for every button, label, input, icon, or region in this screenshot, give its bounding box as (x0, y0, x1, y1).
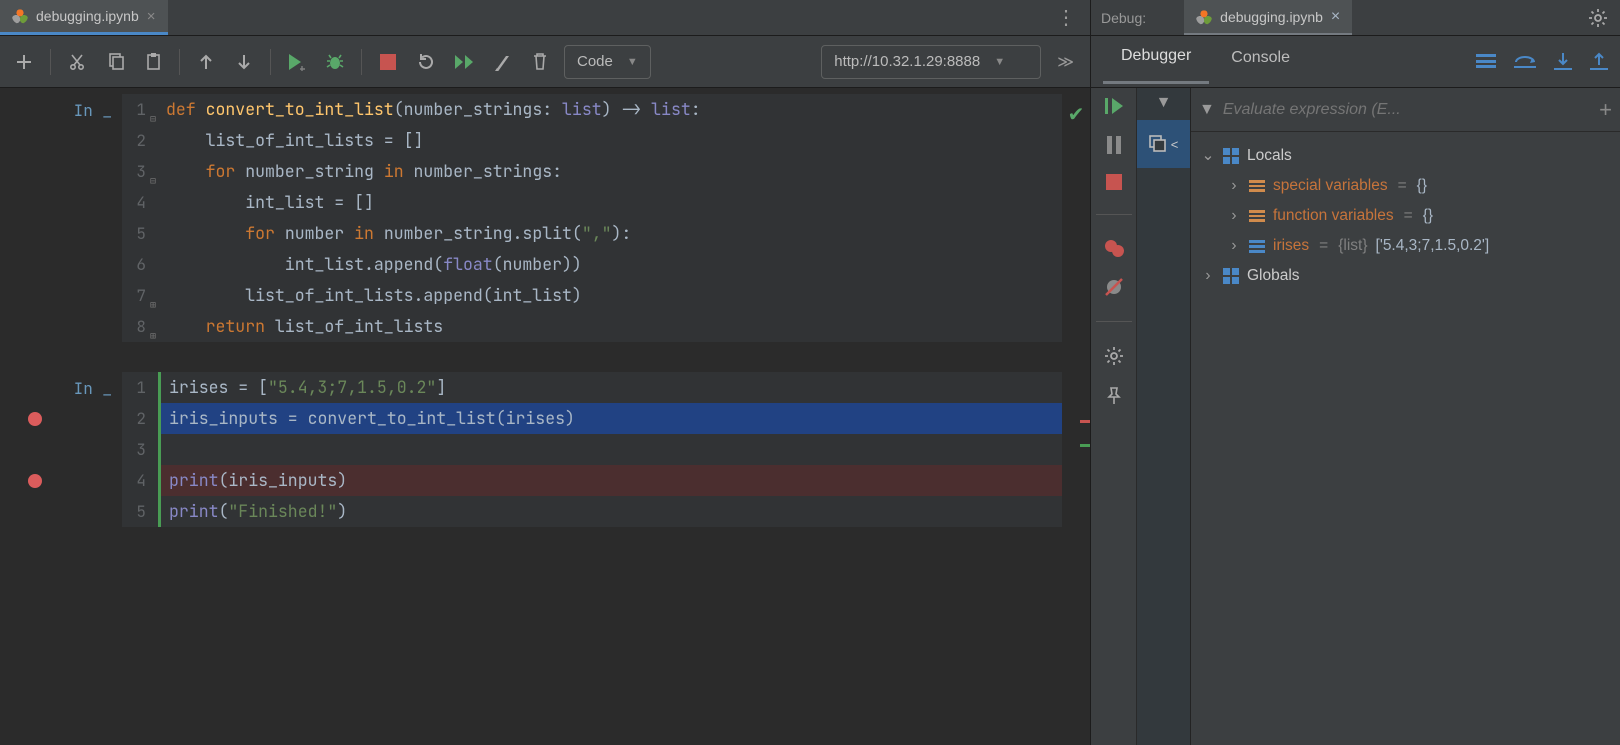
variables-panel: ▼ + ⌄ Locals › special variables = {} (1191, 88, 1620, 745)
tab-label: debugging.ipynb (36, 8, 139, 24)
settings-icon[interactable] (1588, 8, 1608, 28)
expand-icon[interactable]: › (1201, 267, 1215, 285)
mini-map[interactable] (1080, 188, 1090, 688)
code-cell[interactable]: In _ 1⊟ 2 3⊟ 4 5 6 7⊞ 8⊞ def convert_to_… (0, 94, 1090, 342)
variables-tree: ⌄ Locals › special variables = {} › func… (1191, 132, 1620, 299)
close-icon[interactable]: × (1331, 8, 1340, 26)
view-breakpoints-button[interactable] (1104, 239, 1124, 257)
delete-cell-button[interactable] (522, 44, 558, 80)
editor-tab[interactable]: debugging.ipynb × (0, 0, 168, 35)
debug-controls (1091, 88, 1137, 745)
expand-icon[interactable]: › (1227, 207, 1241, 225)
move-down-button[interactable] (226, 44, 262, 80)
jupyter-icon (12, 8, 28, 24)
add-cell-button[interactable] (6, 44, 42, 80)
expand-icon[interactable]: ⌄ (1201, 146, 1215, 165)
editor-tab-bar: debugging.ipynb × ⋮ (0, 0, 1090, 36)
debug-pane: Debug: debugging.ipynb × Debugger Consol… (1090, 0, 1620, 745)
breakpoint-gutter[interactable] (10, 372, 60, 527)
debug-cell-button[interactable] (317, 44, 353, 80)
expand-icon[interactable]: › (1227, 237, 1241, 255)
cell-type-label: Code (577, 53, 613, 70)
checkmark-icon: ✔ (1068, 104, 1085, 126)
server-select[interactable]: http://10.32.1.29:8888 ▼ (821, 45, 1041, 79)
debug-settings-button[interactable] (1104, 346, 1124, 366)
debug-config-tab[interactable]: debugging.ipynb × (1184, 0, 1352, 35)
move-up-button[interactable] (188, 44, 224, 80)
code-body[interactable]: def convert_to_int_list(number_strings: … (158, 94, 1062, 342)
editor-area: In _ 1⊟ 2 3⊟ 4 5 6 7⊞ 8⊞ def convert_to_… (0, 88, 1090, 745)
paste-button[interactable] (135, 44, 171, 80)
var-irises[interactable]: › irises = {list} ['5.4,3;7,1.5,0.2'] (1197, 231, 1614, 261)
code-body[interactable]: irises = ["5.4,3;7,1.5,0.2"] iris_inputs… (158, 372, 1062, 527)
more-tabs-icon[interactable]: ⋮ (1042, 5, 1090, 30)
debug-toolbar: Debugger Console (1091, 36, 1620, 88)
debugger-tab[interactable]: Debugger (1103, 39, 1209, 84)
scope-locals[interactable]: ⌄ Locals (1197, 140, 1614, 171)
var-function[interactable]: › function variables = {} (1197, 201, 1614, 231)
pause-button[interactable] (1107, 136, 1121, 154)
expand-toolbar-icon[interactable]: ≫ (1047, 52, 1084, 72)
restart-button[interactable] (408, 44, 444, 80)
debug-file-label: debugging.ipynb (1220, 9, 1323, 25)
evaluate-row: ▼ + (1191, 88, 1620, 132)
frames-column: ▼ < (1137, 88, 1191, 745)
stop-button[interactable] (1106, 174, 1122, 190)
expand-icon[interactable]: › (1227, 177, 1241, 195)
breakpoint-icon[interactable] (28, 412, 42, 426)
chevron-down-icon: ▼ (627, 56, 638, 68)
cell-prompt: In _ (60, 372, 122, 527)
line-gutter: 1 2 3 4 5 (122, 372, 158, 527)
frame-row[interactable]: < (1137, 120, 1190, 168)
cell-prompt: In _ (60, 94, 122, 342)
var-special[interactable]: › special variables = {} (1197, 171, 1614, 201)
step-into-icon[interactable] (1554, 52, 1572, 72)
chevron-down-icon: ▼ (994, 56, 1005, 68)
interrupt-button[interactable] (370, 44, 406, 80)
jupyter-icon (1196, 9, 1212, 25)
scope-icon (1223, 268, 1239, 284)
notebook-toolbar: Code ▼ http://10.32.1.29:8888 ▼ ≫ (0, 36, 1090, 88)
run-cell-button[interactable] (279, 44, 315, 80)
console-tab[interactable]: Console (1213, 41, 1308, 83)
debug-label: Debug: (1101, 10, 1146, 26)
chevron-down-icon[interactable]: ▼ (1199, 101, 1215, 119)
resume-button[interactable] (1105, 96, 1123, 116)
cut-button[interactable] (59, 44, 95, 80)
mute-breakpoints-button[interactable] (1104, 277, 1124, 297)
group-icon (1249, 210, 1265, 222)
scope-globals[interactable]: › Globals (1197, 261, 1614, 291)
frames-icon (1149, 135, 1167, 153)
cell-type-select[interactable]: Code ▼ (564, 45, 651, 79)
evaluate-input[interactable] (1223, 101, 1591, 119)
debug-body: ▼ < ▼ + ⌄ Locals › spec (1091, 88, 1620, 745)
step-out-icon[interactable] (1590, 52, 1608, 72)
scope-icon (1223, 148, 1239, 164)
close-tab-icon[interactable]: × (147, 8, 156, 25)
chevron-down-icon[interactable]: ▼ (1156, 94, 1172, 112)
clear-output-button[interactable] (484, 44, 520, 80)
breakpoint-icon[interactable] (28, 474, 42, 488)
code-cell[interactable]: In _ 1 2 3 4 5 irises = ["5.4,3;7,1.5,0.… (0, 372, 1090, 527)
line-gutter: 1⊟ 2 3⊟ 4 5 6 7⊞ 8⊞ (122, 94, 158, 342)
pin-button[interactable] (1105, 386, 1123, 406)
run-all-button[interactable] (446, 44, 482, 80)
group-icon (1249, 180, 1265, 192)
breakpoint-gutter[interactable] (10, 94, 60, 342)
layout-icon[interactable] (1476, 52, 1496, 72)
debug-header: Debug: debugging.ipynb × (1091, 0, 1620, 36)
step-over-icon[interactable] (1514, 52, 1536, 72)
list-icon (1249, 240, 1265, 253)
add-watch-button[interactable]: + (1599, 97, 1612, 123)
server-url-label: http://10.32.1.29:8888 (834, 53, 980, 70)
copy-button[interactable] (97, 44, 133, 80)
editor-pane: debugging.ipynb × ⋮ (0, 0, 1090, 745)
